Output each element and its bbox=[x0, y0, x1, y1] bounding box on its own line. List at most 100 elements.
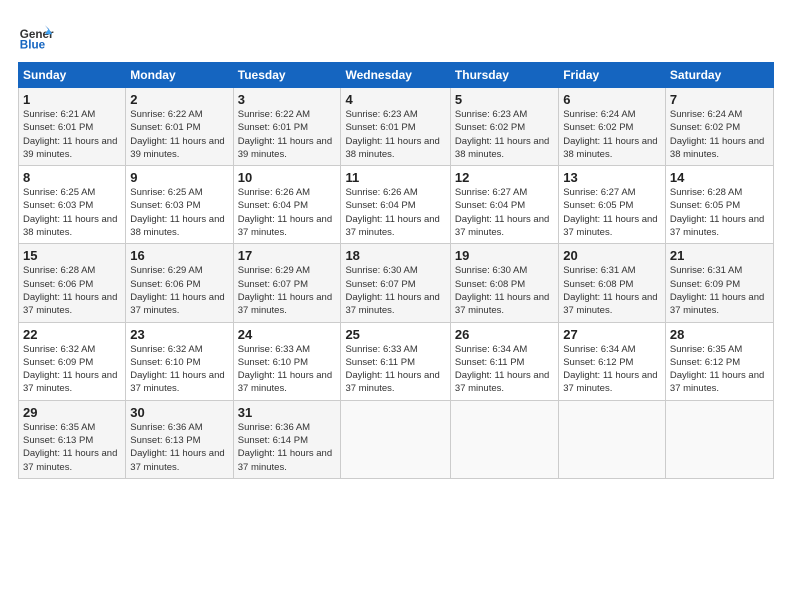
calendar-cell: 6 Sunrise: 6:24 AM Sunset: 6:02 PM Dayli… bbox=[559, 88, 666, 166]
day-number: 7 bbox=[670, 92, 769, 107]
day-number: 11 bbox=[345, 170, 445, 185]
weekday-header-saturday: Saturday bbox=[665, 63, 773, 88]
calendar-cell: 7 Sunrise: 6:24 AM Sunset: 6:02 PM Dayli… bbox=[665, 88, 773, 166]
weekday-header-tuesday: Tuesday bbox=[233, 63, 341, 88]
day-number: 29 bbox=[23, 405, 121, 420]
day-number: 31 bbox=[238, 405, 337, 420]
calendar-cell: 3 Sunrise: 6:22 AM Sunset: 6:01 PM Dayli… bbox=[233, 88, 341, 166]
day-number: 24 bbox=[238, 327, 337, 342]
day-number: 4 bbox=[345, 92, 445, 107]
cell-info: Sunrise: 6:33 AM Sunset: 6:10 PM Dayligh… bbox=[238, 343, 337, 396]
calendar-cell: 27 Sunrise: 6:34 AM Sunset: 6:12 PM Dayl… bbox=[559, 322, 666, 400]
cell-info: Sunrise: 6:27 AM Sunset: 6:05 PM Dayligh… bbox=[563, 186, 661, 239]
day-number: 13 bbox=[563, 170, 661, 185]
day-number: 17 bbox=[238, 248, 337, 263]
day-number: 22 bbox=[23, 327, 121, 342]
cell-info: Sunrise: 6:30 AM Sunset: 6:08 PM Dayligh… bbox=[455, 264, 554, 317]
calendar-cell: 17 Sunrise: 6:29 AM Sunset: 6:07 PM Dayl… bbox=[233, 244, 341, 322]
page-header: General Blue bbox=[18, 18, 774, 54]
calendar-cell: 25 Sunrise: 6:33 AM Sunset: 6:11 PM Dayl… bbox=[341, 322, 450, 400]
calendar-cell: 31 Sunrise: 6:36 AM Sunset: 6:14 PM Dayl… bbox=[233, 400, 341, 478]
cell-info: Sunrise: 6:27 AM Sunset: 6:04 PM Dayligh… bbox=[455, 186, 554, 239]
weekday-header-wednesday: Wednesday bbox=[341, 63, 450, 88]
calendar-cell: 5 Sunrise: 6:23 AM Sunset: 6:02 PM Dayli… bbox=[450, 88, 558, 166]
calendar-cell: 8 Sunrise: 6:25 AM Sunset: 6:03 PM Dayli… bbox=[19, 166, 126, 244]
calendar-cell: 1 Sunrise: 6:21 AM Sunset: 6:01 PM Dayli… bbox=[19, 88, 126, 166]
calendar-cell bbox=[665, 400, 773, 478]
cell-info: Sunrise: 6:23 AM Sunset: 6:01 PM Dayligh… bbox=[345, 108, 445, 161]
calendar-cell: 9 Sunrise: 6:25 AM Sunset: 6:03 PM Dayli… bbox=[126, 166, 233, 244]
cell-info: Sunrise: 6:22 AM Sunset: 6:01 PM Dayligh… bbox=[238, 108, 337, 161]
calendar-cell: 20 Sunrise: 6:31 AM Sunset: 6:08 PM Dayl… bbox=[559, 244, 666, 322]
day-number: 15 bbox=[23, 248, 121, 263]
cell-info: Sunrise: 6:29 AM Sunset: 6:06 PM Dayligh… bbox=[130, 264, 228, 317]
day-number: 27 bbox=[563, 327, 661, 342]
cell-info: Sunrise: 6:36 AM Sunset: 6:14 PM Dayligh… bbox=[238, 421, 337, 474]
cell-info: Sunrise: 6:24 AM Sunset: 6:02 PM Dayligh… bbox=[563, 108, 661, 161]
cell-info: Sunrise: 6:21 AM Sunset: 6:01 PM Dayligh… bbox=[23, 108, 121, 161]
calendar-cell: 2 Sunrise: 6:22 AM Sunset: 6:01 PM Dayli… bbox=[126, 88, 233, 166]
calendar-cell: 21 Sunrise: 6:31 AM Sunset: 6:09 PM Dayl… bbox=[665, 244, 773, 322]
cell-info: Sunrise: 6:25 AM Sunset: 6:03 PM Dayligh… bbox=[23, 186, 121, 239]
cell-info: Sunrise: 6:35 AM Sunset: 6:13 PM Dayligh… bbox=[23, 421, 121, 474]
cell-info: Sunrise: 6:33 AM Sunset: 6:11 PM Dayligh… bbox=[345, 343, 445, 396]
weekday-header-sunday: Sunday bbox=[19, 63, 126, 88]
weekday-header-friday: Friday bbox=[559, 63, 666, 88]
cell-info: Sunrise: 6:28 AM Sunset: 6:05 PM Dayligh… bbox=[670, 186, 769, 239]
calendar-cell: 16 Sunrise: 6:29 AM Sunset: 6:06 PM Dayl… bbox=[126, 244, 233, 322]
calendar-cell: 30 Sunrise: 6:36 AM Sunset: 6:13 PM Dayl… bbox=[126, 400, 233, 478]
cell-info: Sunrise: 6:26 AM Sunset: 6:04 PM Dayligh… bbox=[238, 186, 337, 239]
calendar-cell: 22 Sunrise: 6:32 AM Sunset: 6:09 PM Dayl… bbox=[19, 322, 126, 400]
calendar-cell bbox=[341, 400, 450, 478]
cell-info: Sunrise: 6:32 AM Sunset: 6:09 PM Dayligh… bbox=[23, 343, 121, 396]
logo-icon: General Blue bbox=[18, 18, 54, 54]
day-number: 19 bbox=[455, 248, 554, 263]
day-number: 12 bbox=[455, 170, 554, 185]
day-number: 25 bbox=[345, 327, 445, 342]
calendar-cell: 24 Sunrise: 6:33 AM Sunset: 6:10 PM Dayl… bbox=[233, 322, 341, 400]
calendar-cell: 23 Sunrise: 6:32 AM Sunset: 6:10 PM Dayl… bbox=[126, 322, 233, 400]
calendar-cell: 14 Sunrise: 6:28 AM Sunset: 6:05 PM Dayl… bbox=[665, 166, 773, 244]
day-number: 9 bbox=[130, 170, 228, 185]
day-number: 8 bbox=[23, 170, 121, 185]
day-number: 28 bbox=[670, 327, 769, 342]
day-number: 6 bbox=[563, 92, 661, 107]
cell-info: Sunrise: 6:31 AM Sunset: 6:08 PM Dayligh… bbox=[563, 264, 661, 317]
calendar-cell: 15 Sunrise: 6:28 AM Sunset: 6:06 PM Dayl… bbox=[19, 244, 126, 322]
cell-info: Sunrise: 6:25 AM Sunset: 6:03 PM Dayligh… bbox=[130, 186, 228, 239]
day-number: 3 bbox=[238, 92, 337, 107]
day-number: 30 bbox=[130, 405, 228, 420]
calendar-cell bbox=[559, 400, 666, 478]
calendar-cell: 29 Sunrise: 6:35 AM Sunset: 6:13 PM Dayl… bbox=[19, 400, 126, 478]
svg-text:Blue: Blue bbox=[20, 39, 46, 52]
weekday-header-monday: Monday bbox=[126, 63, 233, 88]
cell-info: Sunrise: 6:30 AM Sunset: 6:07 PM Dayligh… bbox=[345, 264, 445, 317]
logo: General Blue bbox=[18, 18, 54, 54]
calendar-cell: 4 Sunrise: 6:23 AM Sunset: 6:01 PM Dayli… bbox=[341, 88, 450, 166]
day-number: 23 bbox=[130, 327, 228, 342]
calendar-cell: 19 Sunrise: 6:30 AM Sunset: 6:08 PM Dayl… bbox=[450, 244, 558, 322]
day-number: 26 bbox=[455, 327, 554, 342]
cell-info: Sunrise: 6:35 AM Sunset: 6:12 PM Dayligh… bbox=[670, 343, 769, 396]
day-number: 1 bbox=[23, 92, 121, 107]
calendar-cell bbox=[450, 400, 558, 478]
calendar-cell: 10 Sunrise: 6:26 AM Sunset: 6:04 PM Dayl… bbox=[233, 166, 341, 244]
day-number: 14 bbox=[670, 170, 769, 185]
cell-info: Sunrise: 6:28 AM Sunset: 6:06 PM Dayligh… bbox=[23, 264, 121, 317]
weekday-header-thursday: Thursday bbox=[450, 63, 558, 88]
cell-info: Sunrise: 6:34 AM Sunset: 6:12 PM Dayligh… bbox=[563, 343, 661, 396]
calendar-cell: 11 Sunrise: 6:26 AM Sunset: 6:04 PM Dayl… bbox=[341, 166, 450, 244]
calendar-table: SundayMondayTuesdayWednesdayThursdayFrid… bbox=[18, 62, 774, 479]
cell-info: Sunrise: 6:26 AM Sunset: 6:04 PM Dayligh… bbox=[345, 186, 445, 239]
day-number: 2 bbox=[130, 92, 228, 107]
cell-info: Sunrise: 6:22 AM Sunset: 6:01 PM Dayligh… bbox=[130, 108, 228, 161]
day-number: 21 bbox=[670, 248, 769, 263]
cell-info: Sunrise: 6:23 AM Sunset: 6:02 PM Dayligh… bbox=[455, 108, 554, 161]
day-number: 20 bbox=[563, 248, 661, 263]
day-number: 5 bbox=[455, 92, 554, 107]
calendar-cell: 28 Sunrise: 6:35 AM Sunset: 6:12 PM Dayl… bbox=[665, 322, 773, 400]
calendar-cell: 13 Sunrise: 6:27 AM Sunset: 6:05 PM Dayl… bbox=[559, 166, 666, 244]
calendar-cell: 12 Sunrise: 6:27 AM Sunset: 6:04 PM Dayl… bbox=[450, 166, 558, 244]
cell-info: Sunrise: 6:34 AM Sunset: 6:11 PM Dayligh… bbox=[455, 343, 554, 396]
calendar-cell: 18 Sunrise: 6:30 AM Sunset: 6:07 PM Dayl… bbox=[341, 244, 450, 322]
